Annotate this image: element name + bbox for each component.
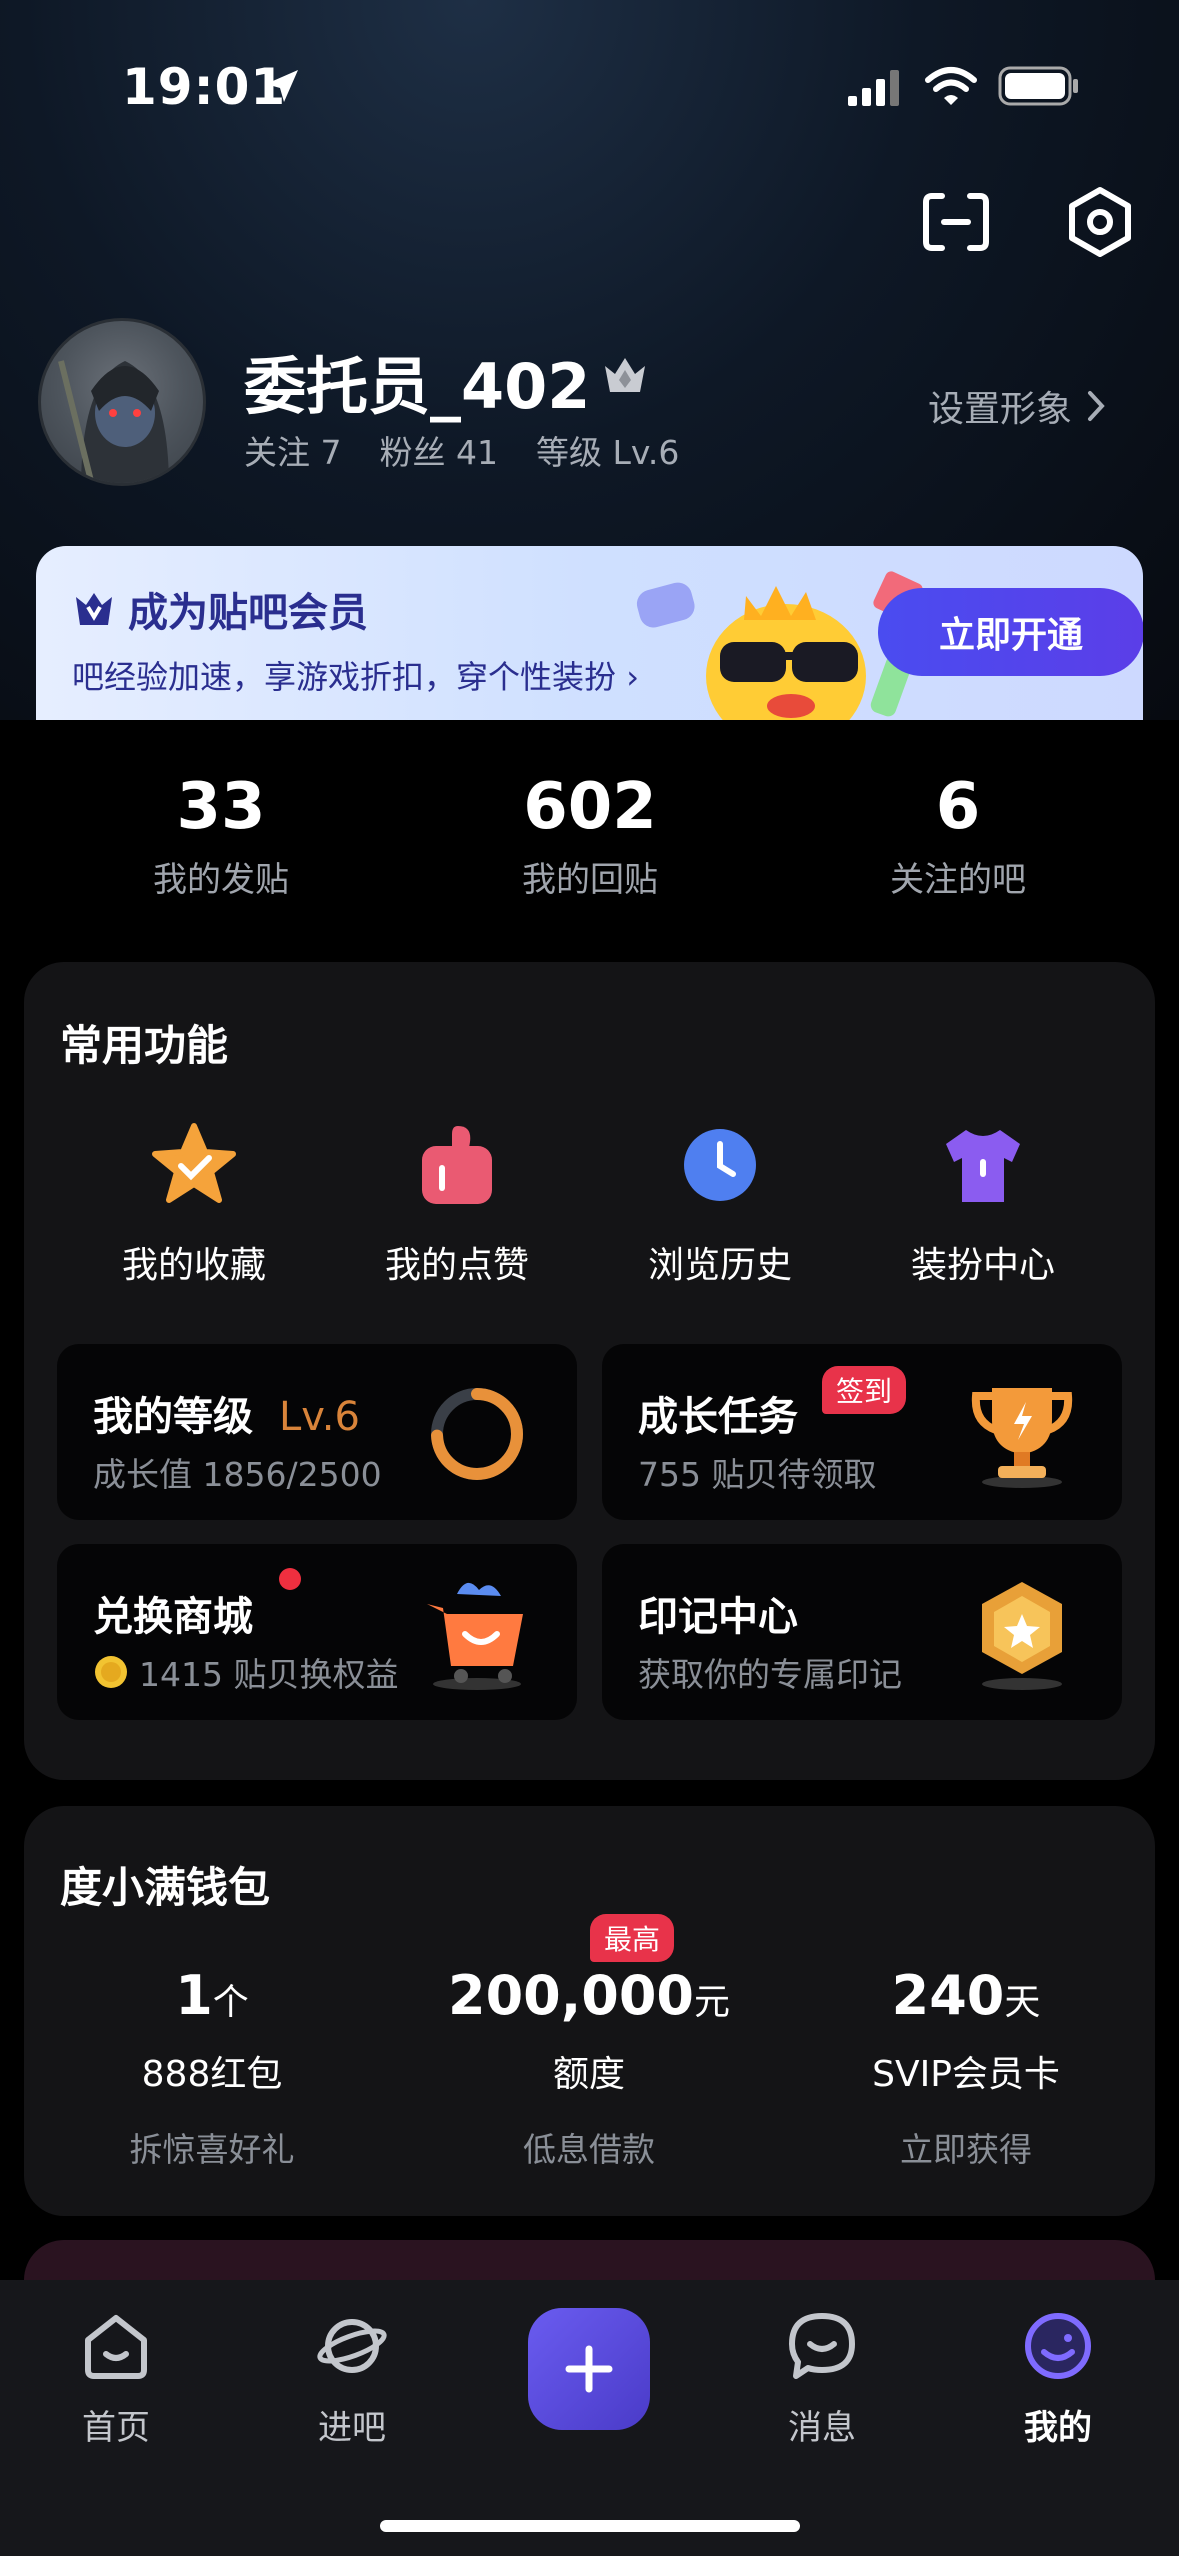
mark-center-tile[interactable]: 印记中心 获取你的专属印记 [602,1544,1122,1720]
crown-badge-icon [605,358,645,392]
nav-bars-label: 进吧 [318,2408,386,2448]
red-packet-value: 1个 [175,1964,249,2027]
smiley-icon [1025,2313,1091,2379]
common-functions-title: 常用功能 [60,1021,229,1070]
scan-icon[interactable] [918,184,994,260]
nav-mine[interactable]: 我的 [968,2310,1148,2449]
svip-card-item[interactable]: 240天 SVIP会员卡 立即获得 [786,1964,1146,2171]
plus-icon [565,2345,613,2393]
shopping-cart-icon [427,1582,523,1690]
likes-label: 我的点赞 [384,1245,529,1286]
star-icon [152,1123,236,1203]
mark-center-title: 印记中心 [638,1594,798,1640]
cellular-signal-icon [848,70,899,106]
vip-banner[interactable]: 成为贴吧会员 吧经验加速，享游戏折扣，穿个性装扮 › 立即开通 [36,546,1143,722]
exchange-mall-title: 兑换商城 [93,1594,253,1640]
username: 委托员_402 [244,350,591,423]
my-replies-count: 602 [523,770,657,844]
growth-tasks-title: 成长任务 [638,1394,798,1440]
vip-subtitle: 吧经验加速，享游戏折扣，穿个性装扮 › [72,658,639,696]
my-level-title: 我的等级 Lv.6 [93,1394,360,1440]
shirt-icon [946,1130,1020,1202]
growth-value: 成长值 1856/2500 [93,1455,382,1494]
nav-messages[interactable]: 消息 [732,2310,912,2449]
exchange-mall-sub: 1415 贴贝换权益 [93,1648,398,1696]
set-image-label: 设置形象 [928,389,1073,430]
red-packet-name: 888红包 [141,2054,283,2095]
mark-center-sub: 获取你的专属印记 [638,1655,902,1694]
growth-tasks-tile[interactable]: 成长任务 签到 755 贴贝待领取 [602,1344,1122,1520]
followed-bars-label: 关注的吧 [890,860,1026,900]
avatar-image [58,360,169,483]
red-packet-sub: 拆惊喜好礼 [129,2130,295,2169]
user-level[interactable]: 等级 Lv.6 [536,426,679,474]
sign-in-badge: 签到 [822,1366,907,1414]
vip-open-button[interactable]: 立即开通 [878,588,1143,676]
location-arrow-icon [266,70,298,102]
followed-bars-count: 6 [935,770,981,844]
my-posts-label: 我的发贴 [153,860,289,900]
post-button[interactable] [528,2308,650,2430]
history-button[interactable]: 浏览历史 [588,1120,852,1288]
wallet-title: 度小满钱包 [60,1863,271,1912]
likes-button[interactable]: 我的点赞 [325,1120,589,1288]
exchange-mall-tile[interactable]: 兑换商城 1415 贴贝换权益 [57,1544,577,1720]
my-level-tile[interactable]: 我的等级 Lv.6 成长值 1856/2500 [57,1344,577,1520]
home-icon [85,2315,147,2379]
thumbs-up-icon [422,1126,492,1204]
notification-dot [279,1568,301,1590]
status-bar: 19:01 [0,0,1179,170]
max-badge: 最高 [590,1914,675,1962]
set-image-link[interactable]: 设置形象 [928,380,1106,432]
settings-icon[interactable] [1062,184,1138,260]
nav-home[interactable]: 首页 [26,2310,206,2449]
medal-icon [982,1582,1062,1690]
favorites-button[interactable]: 我的收藏 [62,1120,326,1288]
level-progress-ring [431,1388,523,1480]
chevron-right-icon [1088,391,1105,421]
clock-icon [684,1129,756,1201]
growth-tasks-sub: 755 贴贝待领取 [638,1455,877,1494]
my-replies-stat[interactable]: 602 我的回贴 [440,770,740,901]
svip-card-name: SVIP会员卡 [872,2054,1060,2095]
home-indicator [380,2520,800,2532]
red-packet-item[interactable]: 1个 888红包 拆惊喜好礼 [32,1964,392,2171]
planet-icon [317,2319,387,2373]
following-count[interactable]: 关注 7 [244,426,342,474]
dress-center-button[interactable]: 装扮中心 [851,1120,1115,1288]
profile-stats: 关注 7 粉丝 41 等级 Lv.6 [244,426,679,474]
followed-bars-stat[interactable]: 6 关注的吧 [808,770,1108,901]
post-stats: 33 我的发贴 602 我的回贴 6 关注的吧 [0,720,1179,950]
vip-crown-icon [76,593,112,625]
credit-limit-sub: 低息借款 [523,2130,655,2169]
fans-count[interactable]: 粉丝 41 [380,426,498,474]
credit-limit-item[interactable]: 200,000元 额度 低息借款 [409,1964,769,2171]
my-posts-stat[interactable]: 33 我的发贴 [71,770,371,901]
nav-bars[interactable]: 进吧 [262,2310,442,2449]
battery-icon [998,66,1078,106]
avatar[interactable] [38,318,206,486]
my-level-value: Lv.6 [278,1394,360,1440]
credit-limit-name: 额度 [552,2054,625,2095]
svip-card-sub: 立即获得 [900,2130,1032,2169]
my-replies-label: 我的回贴 [522,860,658,900]
favorites-label: 我的收藏 [121,1245,266,1286]
nav-mine-label: 我的 [1024,2408,1092,2448]
credit-limit-value: 200,000元 [448,1964,730,2027]
svip-card-value: 240天 [891,1964,1041,2027]
message-icon [789,2313,855,2379]
dress-center-label: 装扮中心 [910,1245,1055,1286]
nav-messages-label: 消息 [788,2408,856,2448]
history-label: 浏览历史 [647,1245,792,1286]
coin-icon [95,1656,127,1688]
trophy-icon [971,1388,1073,1488]
nav-home-label: 首页 [82,2408,150,2448]
wifi-icon [925,67,977,105]
vip-title: 成为贴吧会员 [72,580,368,638]
my-posts-count: 33 [176,770,266,844]
